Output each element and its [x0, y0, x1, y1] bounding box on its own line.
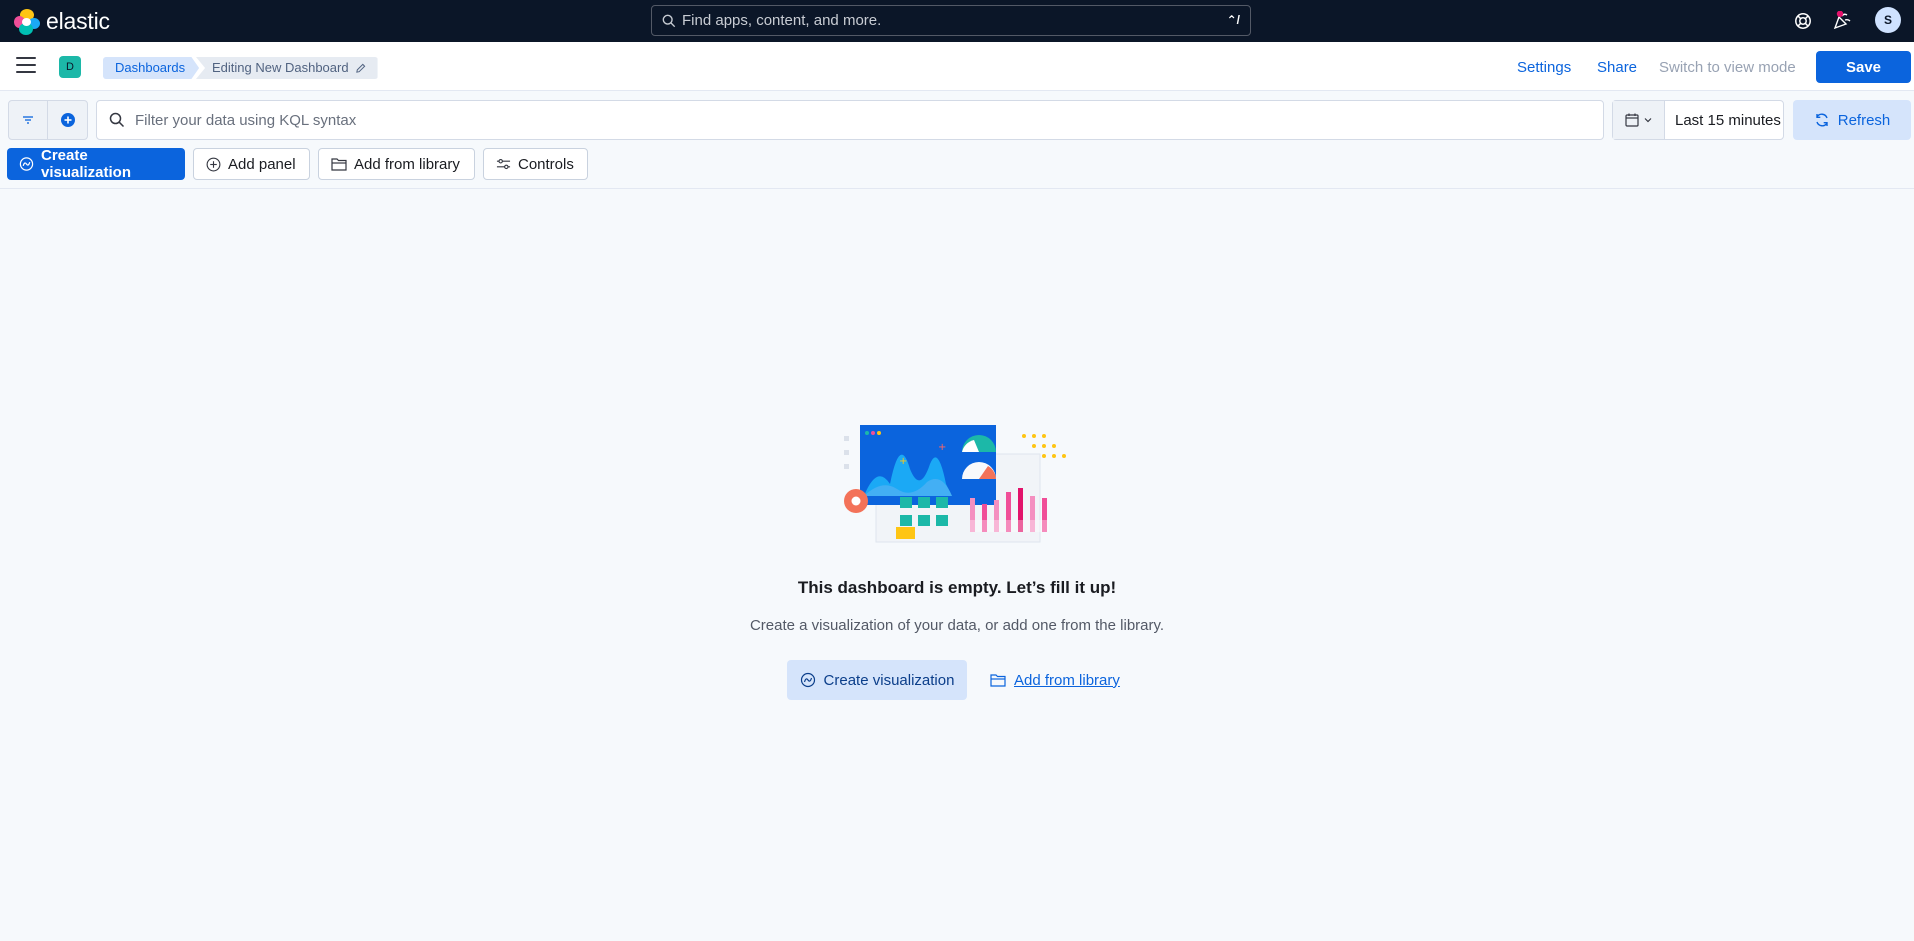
- visualize-icon: [800, 672, 815, 688]
- visualize-icon: [19, 157, 34, 171]
- save-button[interactable]: Save: [1816, 51, 1911, 83]
- svg-text:+: +: [938, 442, 946, 453]
- elastic-logo[interactable]: elastic: [14, 8, 110, 35]
- settings-button[interactable]: Settings: [1517, 59, 1571, 76]
- breadcrumb-current-label: Editing New Dashboard: [212, 60, 349, 75]
- empty-state-description: Create a visualization of your data, or …: [749, 617, 1165, 634]
- empty-state-create-visualization-button[interactable]: Create visualization: [787, 660, 967, 700]
- create-visualization-label: Create visualization: [40, 147, 132, 181]
- empty-state-add-from-library-label: Add from library: [1014, 671, 1120, 689]
- add-from-library-label: Add from library: [354, 155, 460, 173]
- search-icon: [109, 112, 125, 128]
- refresh-icon: [1816, 113, 1828, 127]
- search-shortcut: ⌃/: [1226, 13, 1240, 27]
- folder-icon: [990, 674, 1006, 687]
- add-panel-button[interactable]: Add panel: [193, 148, 310, 180]
- pencil-icon: [355, 63, 365, 73]
- switch-to-view-mode-button[interactable]: Switch to view mode: [1659, 59, 1796, 76]
- filter-icon: [23, 116, 33, 124]
- logo-text: elastic: [46, 8, 110, 34]
- help-icon[interactable]: [1791, 9, 1815, 33]
- breadcrumb-dashboards[interactable]: Dashboards: [103, 57, 200, 79]
- controls-button[interactable]: Controls: [483, 148, 588, 180]
- svg-text:+: +: [899, 456, 907, 467]
- controls-label: Controls: [518, 155, 574, 173]
- add-filter-button[interactable]: [48, 101, 87, 139]
- chevron-down-icon: [1644, 118, 1651, 123]
- time-range-label[interactable]: Last 15 minutes: [1675, 112, 1781, 129]
- empty-state-create-visualization-label: Create visualization: [823, 671, 955, 689]
- refresh-label: Refresh: [1837, 111, 1891, 129]
- create-visualization-button[interactable]: Create visualization: [7, 147, 185, 181]
- share-button[interactable]: Share: [1597, 59, 1637, 76]
- add-panel-label: Add panel: [228, 155, 296, 173]
- empty-state-add-from-library-link[interactable]: Add from library: [990, 670, 1120, 690]
- query-bar: Filter your data using KQL syntax Last 1…: [0, 91, 1914, 189]
- news-feed-icon[interactable]: [1830, 9, 1854, 33]
- refresh-button[interactable]: Refresh: [1793, 100, 1911, 140]
- global-header: elastic Find apps, content, and more. ⌃/…: [0, 0, 1914, 42]
- kql-search-input[interactable]: Filter your data using KQL syntax: [96, 100, 1604, 140]
- app-header: D Dashboards Editing New Dashboard Setti…: [0, 42, 1914, 91]
- controls-icon: [496, 158, 511, 170]
- add-from-library-button[interactable]: Add from library: [318, 148, 475, 180]
- space-avatar[interactable]: D: [59, 56, 81, 78]
- filter-controls: [8, 100, 88, 140]
- plus-circle-icon: [206, 157, 221, 171]
- plus-circle-icon: [60, 113, 75, 127]
- folder-icon: [331, 158, 347, 171]
- menu-icon[interactable]: [16, 57, 36, 75]
- user-avatar[interactable]: S: [1875, 7, 1901, 33]
- empty-dashboard-illustration: + +: [844, 425, 1066, 543]
- empty-state-title: This dashboard is empty. Let’s fill it u…: [797, 578, 1117, 597]
- global-search-input[interactable]: Find apps, content, and more. ⌃/: [651, 5, 1251, 36]
- elastic-logo-icon: [14, 8, 40, 35]
- search-placeholder: Find apps, content, and more.: [682, 12, 882, 29]
- breadcrumb-current[interactable]: Editing New Dashboard: [196, 57, 378, 79]
- kql-placeholder: Filter your data using KQL syntax: [135, 111, 357, 129]
- filter-options-button[interactable]: [9, 101, 49, 139]
- calendar-icon: [1624, 113, 1639, 127]
- date-picker[interactable]: Last 15 minutes: [1612, 100, 1784, 140]
- search-icon: [662, 14, 676, 27]
- quick-select-button[interactable]: [1613, 101, 1665, 139]
